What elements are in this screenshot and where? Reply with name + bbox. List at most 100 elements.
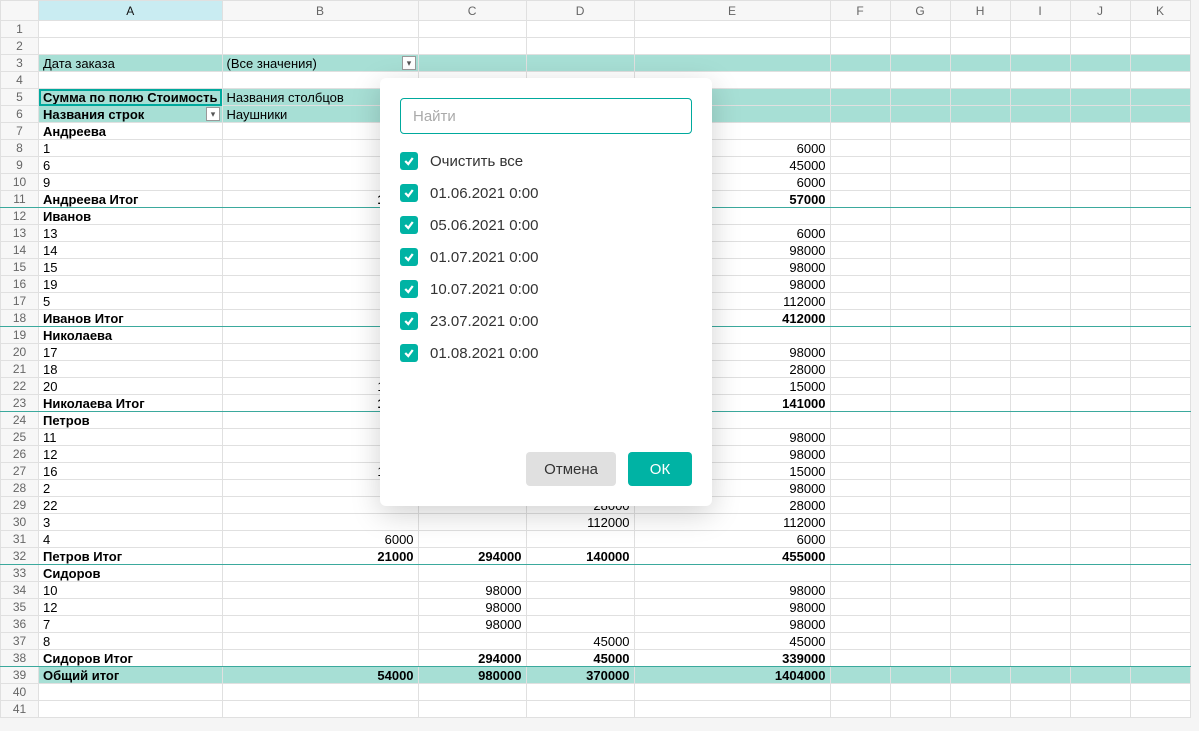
cell[interactable]: [418, 55, 526, 72]
cell[interactable]: [1130, 361, 1190, 378]
cell[interactable]: [890, 123, 950, 140]
cell[interactable]: [1130, 72, 1190, 89]
cell[interactable]: [830, 276, 890, 293]
row-header[interactable]: 41: [1, 701, 39, 718]
cell[interactable]: [830, 38, 890, 55]
cell[interactable]: [1010, 310, 1070, 327]
cell[interactable]: [830, 327, 890, 344]
cell[interactable]: 339000: [634, 650, 830, 667]
cell[interactable]: [1010, 548, 1070, 565]
cell[interactable]: [1070, 412, 1130, 429]
row-header[interactable]: 15: [1, 259, 39, 276]
cell[interactable]: 980000: [418, 667, 526, 684]
cell[interactable]: [1130, 480, 1190, 497]
cell[interactable]: [222, 38, 418, 55]
cell[interactable]: [1010, 429, 1070, 446]
cell[interactable]: [1070, 293, 1130, 310]
cell[interactable]: [1130, 548, 1190, 565]
filter-value-checkbox[interactable]: [400, 184, 418, 202]
cell[interactable]: [1070, 140, 1130, 157]
cell[interactable]: 140000: [526, 548, 634, 565]
cell[interactable]: [222, 616, 418, 633]
cell[interactable]: [950, 650, 1010, 667]
cell[interactable]: [418, 633, 526, 650]
cell[interactable]: [634, 701, 830, 718]
cell[interactable]: [1130, 208, 1190, 225]
cell[interactable]: [890, 684, 950, 701]
cell[interactable]: [1010, 191, 1070, 208]
cell[interactable]: [1010, 106, 1070, 123]
cell[interactable]: [1130, 242, 1190, 259]
column-header-H[interactable]: H: [950, 1, 1010, 21]
cell[interactable]: [1070, 55, 1130, 72]
cell[interactable]: [1070, 276, 1130, 293]
cell[interactable]: [1130, 157, 1190, 174]
cell[interactable]: [1070, 446, 1130, 463]
cell[interactable]: [1010, 480, 1070, 497]
cell[interactable]: 1404000: [634, 667, 830, 684]
cell[interactable]: [830, 89, 890, 106]
row-header[interactable]: 25: [1, 429, 39, 446]
clear-all-checkbox[interactable]: [400, 152, 418, 170]
cell[interactable]: [890, 293, 950, 310]
cell[interactable]: [950, 72, 1010, 89]
column-header-A[interactable]: A: [39, 1, 223, 21]
cell[interactable]: [830, 378, 890, 395]
cell[interactable]: [830, 565, 890, 582]
row-header[interactable]: 19: [1, 327, 39, 344]
cell[interactable]: [890, 21, 950, 38]
cell[interactable]: [418, 684, 526, 701]
cell[interactable]: [526, 616, 634, 633]
cell[interactable]: [1070, 106, 1130, 123]
cell[interactable]: [890, 191, 950, 208]
cell[interactable]: [830, 616, 890, 633]
cell[interactable]: [1070, 667, 1130, 684]
cell[interactable]: Андреева: [39, 123, 223, 140]
cell[interactable]: [950, 174, 1010, 191]
cell[interactable]: [1130, 276, 1190, 293]
cell[interactable]: 13: [39, 225, 223, 242]
cell[interactable]: [1130, 89, 1190, 106]
cell[interactable]: 98000: [634, 599, 830, 616]
cell[interactable]: [1070, 21, 1130, 38]
cell[interactable]: [1130, 38, 1190, 55]
cell[interactable]: [890, 463, 950, 480]
cell[interactable]: Сидоров Итог: [39, 650, 223, 667]
cell[interactable]: [1010, 38, 1070, 55]
row-header[interactable]: 22: [1, 378, 39, 395]
cell[interactable]: [1070, 395, 1130, 412]
cell[interactable]: [950, 633, 1010, 650]
cell[interactable]: [1010, 208, 1070, 225]
cell[interactable]: [890, 310, 950, 327]
cell[interactable]: [830, 701, 890, 718]
cell[interactable]: Иванов Итог: [39, 310, 223, 327]
cell[interactable]: [1010, 395, 1070, 412]
cell[interactable]: [890, 55, 950, 72]
cell[interactable]: [1130, 174, 1190, 191]
cell[interactable]: [1070, 259, 1130, 276]
cell[interactable]: 98000: [418, 599, 526, 616]
cell[interactable]: [1010, 55, 1070, 72]
cell[interactable]: 112000: [526, 514, 634, 531]
row-header[interactable]: 36: [1, 616, 39, 633]
ok-button[interactable]: ОК: [628, 452, 692, 486]
filter-dropdown-icon[interactable]: [402, 56, 416, 70]
cell[interactable]: [830, 293, 890, 310]
cell[interactable]: 16: [39, 463, 223, 480]
row-header[interactable]: 4: [1, 72, 39, 89]
cell[interactable]: [1130, 446, 1190, 463]
cell[interactable]: [1070, 429, 1130, 446]
cell[interactable]: [1010, 140, 1070, 157]
row-header[interactable]: 24: [1, 412, 39, 429]
cell[interactable]: [830, 106, 890, 123]
cell[interactable]: [830, 310, 890, 327]
cell[interactable]: [830, 191, 890, 208]
cell[interactable]: [1010, 701, 1070, 718]
cell[interactable]: [830, 480, 890, 497]
cell[interactable]: [1070, 208, 1130, 225]
cell[interactable]: [1010, 531, 1070, 548]
cell[interactable]: [890, 412, 950, 429]
cell[interactable]: [950, 208, 1010, 225]
cell[interactable]: 98000: [418, 616, 526, 633]
cell[interactable]: [1070, 310, 1130, 327]
